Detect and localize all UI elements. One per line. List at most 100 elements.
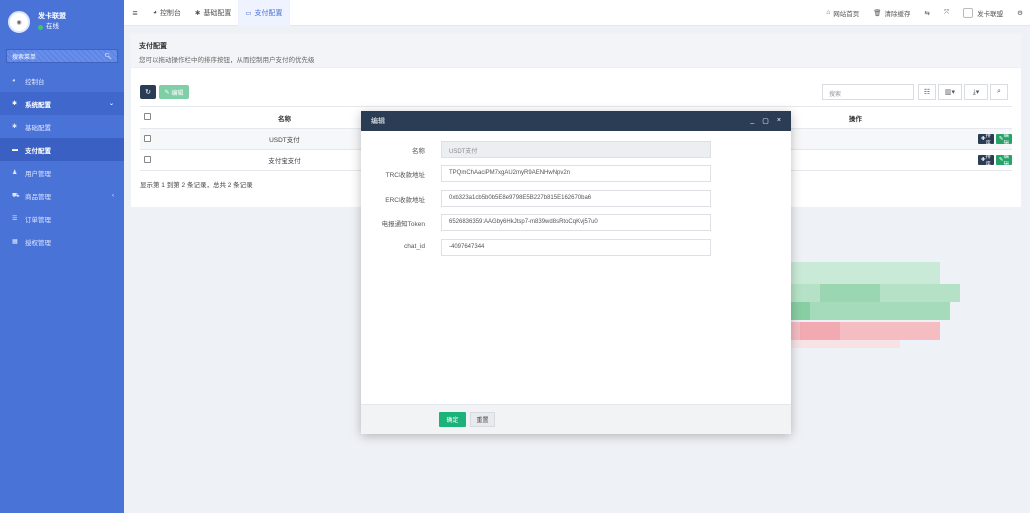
sidebar-item-label: 授权管理 bbox=[25, 239, 51, 247]
clear-cache-label: 清除缓存 bbox=[884, 10, 911, 18]
sidebar-item-payment-config[interactable]: ▬ 支付配置 bbox=[0, 138, 124, 161]
avatar[interactable]: ◉ bbox=[8, 11, 30, 33]
sort-label: 排序 bbox=[985, 133, 991, 147]
confirm-button[interactable]: 确定 bbox=[439, 412, 466, 427]
field-label: chat_id bbox=[404, 243, 425, 250]
form-row-trc: TRC收款地址 TPQmChAaciPM7xgAU2myR9AENHwNpv2n bbox=[361, 165, 791, 182]
row-edit-button[interactable]: ✎ 编辑 bbox=[995, 154, 1012, 168]
sidebar-user-panel: ◉ 发卡联盟 在线 bbox=[0, 0, 124, 44]
field-label: TRC收款地址 bbox=[385, 172, 425, 179]
page-subtitle: 您可以拖动操作栏中的排序按钮，从而控制用户支付的优先级 bbox=[139, 57, 315, 64]
site-home-label: 网站首页 bbox=[833, 10, 860, 18]
user-icon: ♟ bbox=[12, 170, 18, 176]
settings-icon[interactable]: ⚙︎ bbox=[1010, 9, 1030, 17]
form-row-erc: ERC收款地址 0xb323a1cb5b0b5E8e9798E5B227b815… bbox=[361, 190, 791, 207]
page-header: 支付配置 您可以拖动操作栏中的排序按钮，从而控制用户支付的优先级 bbox=[131, 34, 1021, 68]
sidebar-item-products[interactable]: ⛟ 商品管理 ‹ bbox=[0, 184, 124, 207]
sidebar-item-basic-config[interactable]: ✱ 基础配置 bbox=[0, 115, 124, 138]
refresh-icon: ↻ bbox=[145, 89, 151, 96]
page-title: 支付配置 bbox=[139, 43, 167, 50]
tab-payment-config[interactable]: ▭ 支付配置 bbox=[238, 0, 290, 26]
sidebar-item-system-config[interactable]: ✱ 系统配置 ⌄ bbox=[0, 92, 124, 115]
trash-icon: 🗑︎ bbox=[873, 9, 882, 17]
search-input[interactable]: 搜索 bbox=[822, 84, 914, 100]
columns-icon: ▥▾ bbox=[944, 89, 956, 96]
trc-address-field[interactable]: TPQmChAaciPM7xgAU2myR9AENHwNpv2n bbox=[441, 165, 711, 182]
row-checkbox[interactable] bbox=[144, 155, 152, 163]
sort-button[interactable]: ✚ 排序 bbox=[977, 133, 994, 147]
translate-icon[interactable]: ⇆ bbox=[918, 9, 937, 17]
pagination-info: 显示第 1 到第 2 条记录，总共 2 条记录 bbox=[140, 182, 253, 189]
fullscreen-icon[interactable]: ⤧ bbox=[937, 9, 956, 17]
minimize-icon[interactable]: _ bbox=[750, 117, 754, 125]
row-checkbox-cell bbox=[140, 149, 156, 171]
gear-icon: ✱ bbox=[12, 101, 18, 107]
sidebar-search[interactable]: 搜索菜单 🔍︎ bbox=[6, 49, 118, 63]
card-icon: ▭ bbox=[245, 9, 252, 17]
refresh-button[interactable]: ↻ bbox=[140, 85, 156, 99]
topbar-right: ⌂ 网站首页 🗑︎ 清除缓存 ⇆ ⤧ 发卡联盟 ⚙︎ bbox=[819, 0, 1030, 26]
row-edit-button[interactable]: ✎ 编辑 bbox=[995, 133, 1012, 147]
modal-controls: _ ▢ × bbox=[742, 117, 781, 125]
user-menu-label: 发卡联盟 bbox=[977, 10, 1004, 18]
sidebar-item-licenses[interactable]: ▦ 授权管理 bbox=[0, 230, 124, 253]
edit-button[interactable]: ✎ 编辑 bbox=[159, 85, 189, 99]
menu-toggle-icon[interactable]: ≡ bbox=[124, 8, 146, 18]
topbar: ≡ ◕ 控制台 ✱ 基础配置 ▭ 支付配置 ⌂ 网站首页 🗑︎ 清除缓存 ⇆ ⤧ 发卡联盟… bbox=[124, 0, 1030, 26]
toggle-view-button[interactable]: ☷ bbox=[918, 84, 936, 100]
select-all-checkbox[interactable] bbox=[144, 113, 152, 120]
gear-icon: ✱ bbox=[12, 124, 18, 130]
site-home-link[interactable]: ⌂ 网站首页 bbox=[819, 8, 866, 18]
export-button[interactable]: ⤓▾ bbox=[964, 84, 988, 100]
name-field: USDT支付 bbox=[441, 141, 711, 158]
sidebar-item-label: 支付配置 bbox=[25, 147, 51, 155]
tab-dashboard[interactable]: ◕ 控制台 bbox=[146, 0, 188, 26]
online-status: 在线 bbox=[38, 22, 66, 32]
search-icon: ⌕ bbox=[997, 88, 1001, 95]
close-icon[interactable]: × bbox=[777, 117, 781, 125]
maximize-icon[interactable]: ▢ bbox=[762, 117, 769, 125]
row-edit-label: 编辑 bbox=[1003, 154, 1009, 168]
sidebar-item-dashboard[interactable]: ◕ 控制台 bbox=[0, 69, 124, 92]
sidebar-item-users[interactable]: ♟ 用户管理 bbox=[0, 161, 124, 184]
tab-label: 基础配置 bbox=[203, 9, 232, 17]
cart-icon: ⛟ bbox=[12, 192, 20, 199]
field-label: 电报通知Token bbox=[381, 221, 425, 228]
download-icon: ⤓▾ bbox=[972, 88, 980, 96]
edit-button-label: 编辑 bbox=[171, 90, 184, 97]
modal-footer: 确定 重置 bbox=[361, 404, 791, 434]
erc-address-field[interactable]: 0xb323a1cb5b0b5E8e9798E5B227b815E162670b… bbox=[441, 190, 711, 207]
chevron-down-icon: ⌄ bbox=[108, 101, 114, 107]
gear-icon: ✱ bbox=[194, 9, 201, 17]
reset-button[interactable]: 重置 bbox=[470, 412, 495, 427]
chat-id-field[interactable]: -4097647344 bbox=[441, 239, 711, 256]
clear-cache-button[interactable]: 🗑︎ 清除缓存 bbox=[866, 8, 917, 18]
search-icon[interactable]: 🔍︎ bbox=[104, 53, 112, 60]
row-checkbox[interactable] bbox=[144, 134, 152, 142]
modal-header: 编辑 _ ▢ × bbox=[361, 111, 791, 131]
field-label: ERC收款地址 bbox=[385, 197, 425, 204]
home-icon: ⌂ bbox=[826, 9, 831, 16]
card-icon: ▬ bbox=[12, 146, 18, 153]
user-avatar-icon bbox=[963, 7, 974, 18]
sidebar-item-label: 控制台 bbox=[25, 78, 45, 86]
sidebar-menu: ◕ 控制台 ✱ 系统配置 ⌄ ✱ 基础配置 ▬ 支付配置 ♟ 用户管理 ⛟ 商品管理 ‹ ☰ 订单… bbox=[0, 69, 124, 253]
sidebar-item-label: 系统配置 bbox=[25, 101, 51, 109]
sidebar-username: 发卡联盟 bbox=[38, 13, 66, 20]
dashboard-icon: ◕ bbox=[153, 9, 157, 16]
select-all-cell bbox=[140, 106, 156, 129]
tab-basic-config[interactable]: ✱ 基础配置 bbox=[188, 0, 238, 26]
advanced-search-button[interactable]: ⌕ bbox=[990, 84, 1008, 100]
online-dot-icon bbox=[38, 24, 43, 30]
field-label: 名称 bbox=[412, 148, 425, 155]
form-row-chat-id: chat_id -4097647344 bbox=[361, 239, 791, 256]
sidebar-item-label: 基础配置 bbox=[25, 124, 51, 132]
table-view-buttons: ☷ ▥▾ ⤓▾ ⌕ bbox=[918, 84, 1010, 100]
columns-button[interactable]: ▥▾ bbox=[938, 84, 962, 100]
row-edit-label: 编辑 bbox=[1003, 133, 1009, 147]
sidebar-item-orders[interactable]: ☰ 订单管理 bbox=[0, 207, 124, 230]
sort-button[interactable]: ✚ 排序 bbox=[977, 154, 994, 168]
user-menu[interactable]: 发卡联盟 bbox=[956, 7, 1010, 18]
list-icon: ☰ bbox=[12, 216, 18, 222]
telegram-token-field[interactable]: 6526836359:AAGby6HkJtsp7-m839wd8sRtoCqKv… bbox=[441, 214, 711, 231]
